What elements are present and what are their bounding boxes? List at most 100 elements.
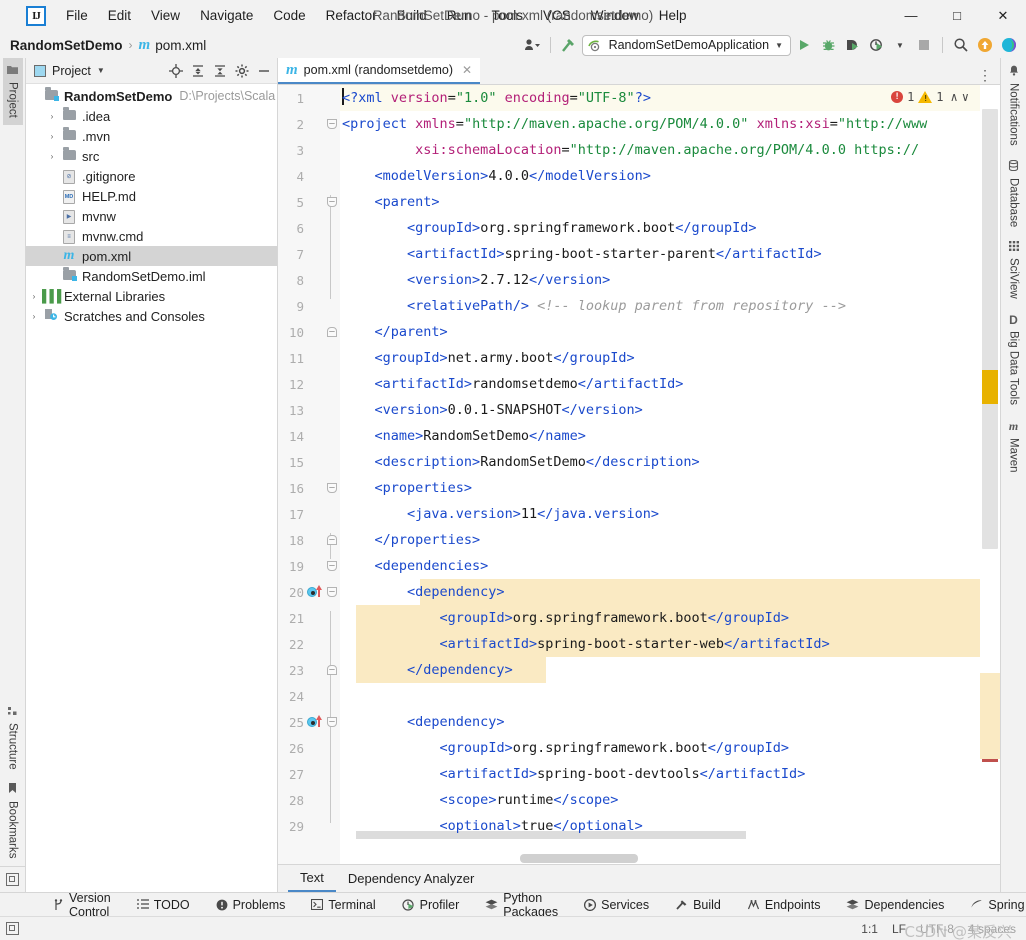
fold-collapse-icon[interactable]: – bbox=[327, 119, 337, 129]
locate-target-icon[interactable] bbox=[166, 61, 185, 80]
fold-toggle[interactable]: – bbox=[324, 587, 340, 597]
editor-options-icon[interactable]: ⋮ bbox=[970, 67, 1000, 84]
tree-item-gitignore[interactable]: ⊘ .gitignore bbox=[26, 166, 277, 186]
menu-edit[interactable]: Edit bbox=[98, 4, 141, 27]
code-line[interactable]: <groupId>org.springframework.boot</group… bbox=[340, 605, 980, 631]
fold-toggle[interactable]: – bbox=[324, 483, 340, 493]
code-line[interactable]: <parent> bbox=[340, 189, 980, 215]
gutter-line[interactable]: 28 bbox=[278, 787, 340, 813]
code-line[interactable]: <dependency> bbox=[340, 579, 980, 605]
gutter-line[interactable]: 22 bbox=[278, 631, 340, 657]
maximize-button[interactable]: □ bbox=[934, 0, 980, 32]
chevron-down-icon[interactable]: ▼ bbox=[889, 34, 911, 56]
collapse-all-icon[interactable] bbox=[210, 61, 229, 80]
tool-window-profiler[interactable]: Profiler bbox=[389, 893, 473, 917]
chevron-right-icon[interactable]: › bbox=[44, 152, 60, 161]
code-line[interactable]: <artifactId>randomsetdemo</artifactId> bbox=[340, 371, 980, 397]
sidebar-item-maven[interactable]: m Maven bbox=[1004, 412, 1024, 480]
code-content[interactable]: <?xml version="1.0" encoding="UTF-8"?> <p… bbox=[340, 85, 980, 864]
fold-toggle[interactable]: – bbox=[324, 119, 340, 129]
run-button[interactable] bbox=[793, 34, 815, 56]
code-line[interactable]: <project xmlns="http://maven.apache.org/… bbox=[340, 111, 980, 137]
tool-window-dependencies[interactable]: Dependencies bbox=[833, 893, 957, 917]
updates-available-icon[interactable] bbox=[974, 34, 996, 56]
code-line[interactable]: <description>RandomSetDemo</description> bbox=[340, 449, 980, 475]
chevron-right-icon[interactable]: › bbox=[26, 292, 42, 301]
gutter-line[interactable]: 23– bbox=[278, 657, 340, 683]
caret-position[interactable]: 1:1 bbox=[861, 922, 878, 936]
profile-run-button[interactable] bbox=[865, 34, 887, 56]
code-line[interactable]: <artifactId>spring-boot-starter-parent</… bbox=[340, 241, 980, 267]
chevron-right-icon[interactable]: › bbox=[44, 132, 60, 141]
gutter-line[interactable]: 4 bbox=[278, 163, 340, 189]
tool-window-endpoints[interactable]: Endpoints bbox=[734, 893, 834, 917]
gutter-line[interactable]: 3 bbox=[278, 137, 340, 163]
gutter-line[interactable]: 16– bbox=[278, 475, 340, 501]
tree-item-scratches-and-consoles[interactable]: › Scratches and Consoles bbox=[26, 306, 277, 326]
code-line[interactable]: <relativePath/> <!-- lookup parent from … bbox=[340, 293, 980, 319]
gutter-line[interactable]: 10– bbox=[278, 319, 340, 345]
code-line[interactable]: <groupId>org.springframework.boot</group… bbox=[340, 215, 980, 241]
sidebar-item-project[interactable]: Project bbox=[3, 58, 23, 125]
code-line[interactable]: <dependency> bbox=[340, 709, 980, 735]
gutter-line[interactable]: 2– bbox=[278, 111, 340, 137]
close-icon[interactable]: ✕ bbox=[462, 63, 472, 77]
sidebar-item-notifications[interactable]: Notifications bbox=[1004, 58, 1024, 153]
menu-view[interactable]: View bbox=[141, 4, 190, 27]
tree-item-idea[interactable]: › .idea bbox=[26, 106, 277, 126]
inspection-widget[interactable]: ! 1 1 ∧ ∨ bbox=[888, 89, 972, 105]
gutter-line[interactable]: 27 bbox=[278, 761, 340, 787]
hide-panel-icon[interactable] bbox=[254, 61, 273, 80]
tool-window-python-packages[interactable]: Python Packages bbox=[472, 893, 571, 917]
file-encoding[interactable]: UTF-8 bbox=[920, 922, 954, 936]
fold-collapse-icon[interactable]: – bbox=[327, 717, 337, 727]
user-dropdown-icon[interactable] bbox=[521, 34, 543, 56]
code-line[interactable]: <artifactId>spring-boot-devtools</artifa… bbox=[340, 761, 980, 787]
menu-navigate[interactable]: Navigate bbox=[190, 4, 263, 27]
chevron-right-icon[interactable]: › bbox=[26, 312, 42, 321]
code-line[interactable]: <version>2.7.12</version> bbox=[340, 267, 980, 293]
code-line[interactable]: xsi:schemaLocation="http://maven.apache.… bbox=[340, 137, 980, 163]
sidebar-item-big-data-tools[interactable]: D Big Data Tools bbox=[1004, 306, 1024, 412]
run-configuration-selector[interactable]: RandomSetDemoApplication ▼ bbox=[582, 35, 791, 56]
menu-code[interactable]: Code bbox=[263, 4, 315, 27]
gutter-line[interactable]: 20– bbox=[278, 579, 340, 605]
code-line[interactable]: <?xml version="1.0" encoding="UTF-8"?> bbox=[340, 85, 980, 111]
line-separator[interactable]: LF bbox=[892, 922, 906, 936]
gutter-line[interactable]: 5– bbox=[278, 189, 340, 215]
dependency-update-icon[interactable] bbox=[307, 716, 321, 728]
tree-item-mvn[interactable]: › .mvn bbox=[26, 126, 277, 146]
fold-end-icon[interactable]: – bbox=[327, 535, 337, 545]
fold-end-icon[interactable]: – bbox=[327, 665, 337, 675]
tool-window-terminal[interactable]: Terminal bbox=[298, 893, 388, 917]
fold-collapse-icon[interactable]: – bbox=[327, 197, 337, 207]
code-line[interactable]: <groupId>net.army.boot</groupId> bbox=[340, 345, 980, 371]
expand-all-icon[interactable] bbox=[188, 61, 207, 80]
search-everywhere-icon[interactable] bbox=[950, 34, 972, 56]
sidebar-item-bookmarks[interactable]: Bookmarks bbox=[3, 776, 23, 866]
menu-run[interactable]: Run bbox=[437, 4, 482, 27]
tool-window-problems[interactable]: Problems bbox=[203, 893, 299, 917]
debug-button[interactable] bbox=[817, 34, 839, 56]
code-line[interactable]: <name>RandomSetDemo</name> bbox=[340, 423, 980, 449]
tool-window-todo[interactable]: TODO bbox=[124, 893, 203, 917]
tree-item-mvnw-cmd[interactable]: ≡ mvnw.cmd bbox=[26, 226, 277, 246]
indent-setting[interactable]: 4 spaces bbox=[968, 922, 1016, 936]
build-hammer-icon[interactable] bbox=[558, 34, 580, 56]
code-line[interactable]: <dependencies> bbox=[340, 553, 980, 579]
tree-item-iml[interactable]: RandomSetDemo.iml bbox=[26, 266, 277, 286]
fold-toggle[interactable]: – bbox=[324, 665, 340, 675]
gutter-line[interactable]: 26 bbox=[278, 735, 340, 761]
tree-item-pom-xml[interactable]: m pom.xml bbox=[26, 246, 277, 266]
layout-toggle-icon[interactable] bbox=[6, 922, 19, 935]
minimize-button[interactable]: — bbox=[888, 0, 934, 32]
gutter-line[interactable]: 11 bbox=[278, 345, 340, 371]
sidebar-item-sciview[interactable]: SciView bbox=[1004, 234, 1024, 306]
gutter-line[interactable]: 17 bbox=[278, 501, 340, 527]
dependency-update-icon[interactable] bbox=[307, 586, 321, 598]
layout-toggle-button[interactable] bbox=[0, 866, 26, 892]
fold-collapse-icon[interactable]: – bbox=[327, 587, 337, 597]
gutter-line[interactable]: 6 bbox=[278, 215, 340, 241]
gutter-line[interactable]: 7 bbox=[278, 241, 340, 267]
chevron-right-icon[interactable]: › bbox=[44, 112, 60, 121]
